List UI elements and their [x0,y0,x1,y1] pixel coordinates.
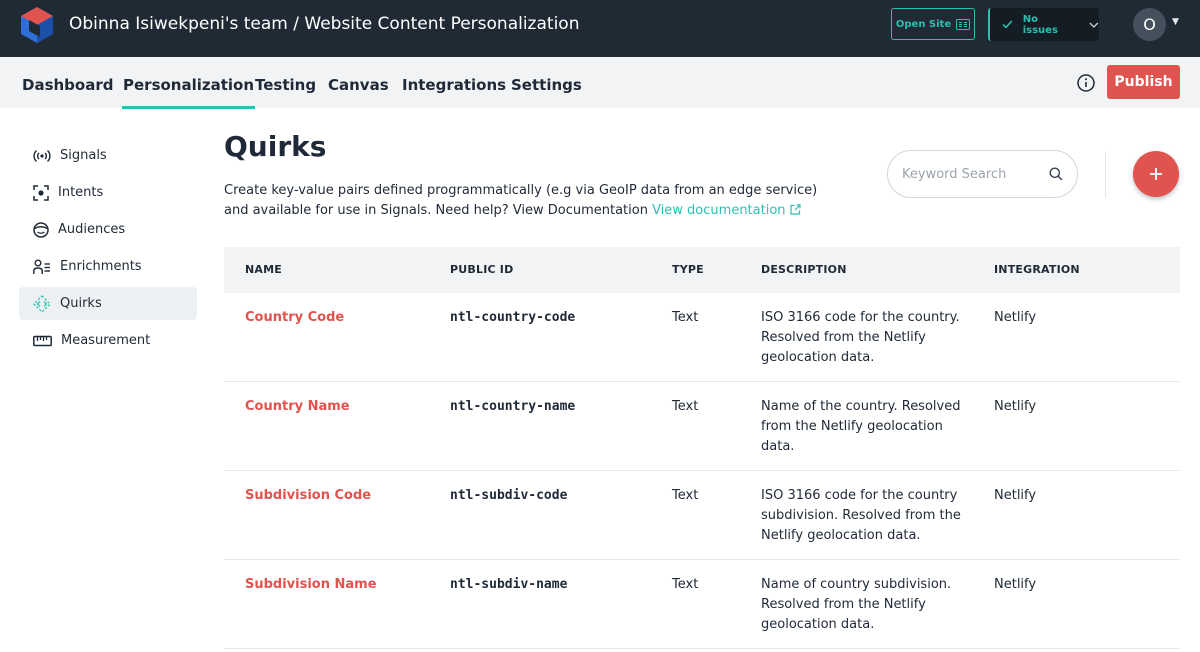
quirk-public-id: ntl-country-code [450,310,576,325]
sidebar-item-audiences[interactable]: Audiences [19,213,197,246]
page-title: Quirks [224,130,327,163]
team-project-title[interactable]: Obinna Isiwekpeni's team / Website Conte… [69,14,579,34]
quirk-description: ISO 3166 code for the country. Resolved … [761,310,960,365]
chevron-down-icon [1089,22,1099,28]
quirk-type: Text [672,488,699,503]
add-quirk-button[interactable] [1133,151,1179,197]
quirks-table: NAME PUBLIC ID TYPE DESCRIPTION INTEGRAT… [224,247,1180,649]
table-row[interactable]: Subdivision Name ntl-subdiv-name Text Na… [224,560,1180,649]
column-header-integration[interactable]: INTEGRATION [994,263,1080,276]
open-site-button[interactable]: Open Site [891,8,975,40]
search-icon[interactable] [1049,167,1063,181]
smile-icon [33,221,49,238]
column-header-name[interactable]: NAME [245,263,282,276]
sidebar-item-label: Enrichments [60,259,142,274]
quirk-name-link[interactable]: Country Code [245,308,344,328]
signal-icon [33,149,51,162]
quirk-integration: Netlify [994,399,1037,414]
sidebar-item-label: Signals [60,148,107,163]
quirk-name-link[interactable]: Subdivision Name [245,575,377,595]
table-row[interactable]: Subdivision Code ntl-subdiv-code Text IS… [224,471,1180,560]
user-avatar[interactable]: O [1133,8,1166,41]
quirk-name-link[interactable]: Subdivision Code [245,486,371,506]
tab-testing[interactable]: Testing [255,76,316,94]
toolbar-divider [1105,151,1106,198]
quirk-name-link[interactable]: Country Name [245,397,350,417]
sidebar-item-quirks[interactable]: Quirks [19,287,197,320]
check-icon [1002,20,1013,29]
sidebar-item-measurement[interactable]: Measurement [19,324,197,357]
quirk-type: Text [672,310,699,325]
publish-button[interactable]: Publish [1107,65,1180,99]
keyword-search[interactable] [887,150,1078,198]
app-logo-icon[interactable] [20,6,54,44]
top-bar: Obinna Isiwekpeni's team / Website Conte… [0,0,1200,57]
open-site-label: Open Site [895,18,952,30]
quirk-description: ISO 3166 code for the country subdivisio… [761,488,961,543]
sidebar-item-label: Intents [58,185,104,200]
sidebar-item-label: Measurement [61,333,151,348]
table-row[interactable]: Country Code ntl-country-code Text ISO 3… [224,293,1180,382]
tab-personalization[interactable]: Personalization [121,76,256,109]
quirk-description: Name of the country. Resolved from the N… [761,399,961,454]
plus-icon [1150,168,1162,180]
tab-dashboard[interactable]: Dashboard [22,76,113,94]
table-row[interactable]: Country Name ntl-country-name Text Name … [224,382,1180,471]
column-header-type[interactable]: TYPE [672,263,704,276]
sidebar-item-label: Audiences [58,222,126,237]
caret-down-icon[interactable]: ▼ [1172,17,1179,27]
sidebar-item-signals[interactable]: Signals [19,139,197,172]
quirk-public-id: ntl-subdiv-name [450,577,568,592]
info-icon[interactable] [1077,74,1095,92]
quirk-public-id: ntl-country-name [450,399,576,414]
diamond-code-icon [33,294,51,313]
quirk-description: Name of country subdivision. Resolved fr… [761,577,952,632]
sidebar-item-label: Quirks [60,296,102,311]
quirk-integration: Netlify [994,488,1037,503]
view-documentation-link[interactable]: View documentation [652,203,801,218]
tab-canvas[interactable]: Canvas [328,76,389,94]
quirk-public-id: ntl-subdiv-code [450,488,568,503]
page-description: Create key-value pairs defined programma… [224,181,844,221]
target-icon [33,184,49,201]
tab-settings[interactable]: Settings [511,76,582,94]
status-dropdown[interactable]: No issues [988,8,1099,41]
quirk-integration: Netlify [994,310,1037,325]
external-link-icon [790,204,801,215]
user-list-icon [33,259,50,274]
ruler-icon [33,335,52,346]
status-label: No issues [1022,13,1058,36]
external-window-icon [956,18,971,30]
search-input[interactable] [902,166,1042,182]
column-header-description[interactable]: DESCRIPTION [761,263,847,276]
quirk-type: Text [672,399,699,414]
tab-integrations[interactable]: Integrations [402,76,506,94]
main-nav: Dashboard Personalization Testing Canvas… [0,57,1200,109]
quirk-integration: Netlify [994,577,1037,592]
table-header: NAME PUBLIC ID TYPE DESCRIPTION INTEGRAT… [224,247,1180,293]
sidebar-item-intents[interactable]: Intents [19,176,197,209]
doc-link-label: View documentation [652,203,786,218]
sidebar-item-enrichments[interactable]: Enrichments [19,250,197,283]
quirk-type: Text [672,577,699,592]
column-header-public-id[interactable]: PUBLIC ID [450,263,513,276]
